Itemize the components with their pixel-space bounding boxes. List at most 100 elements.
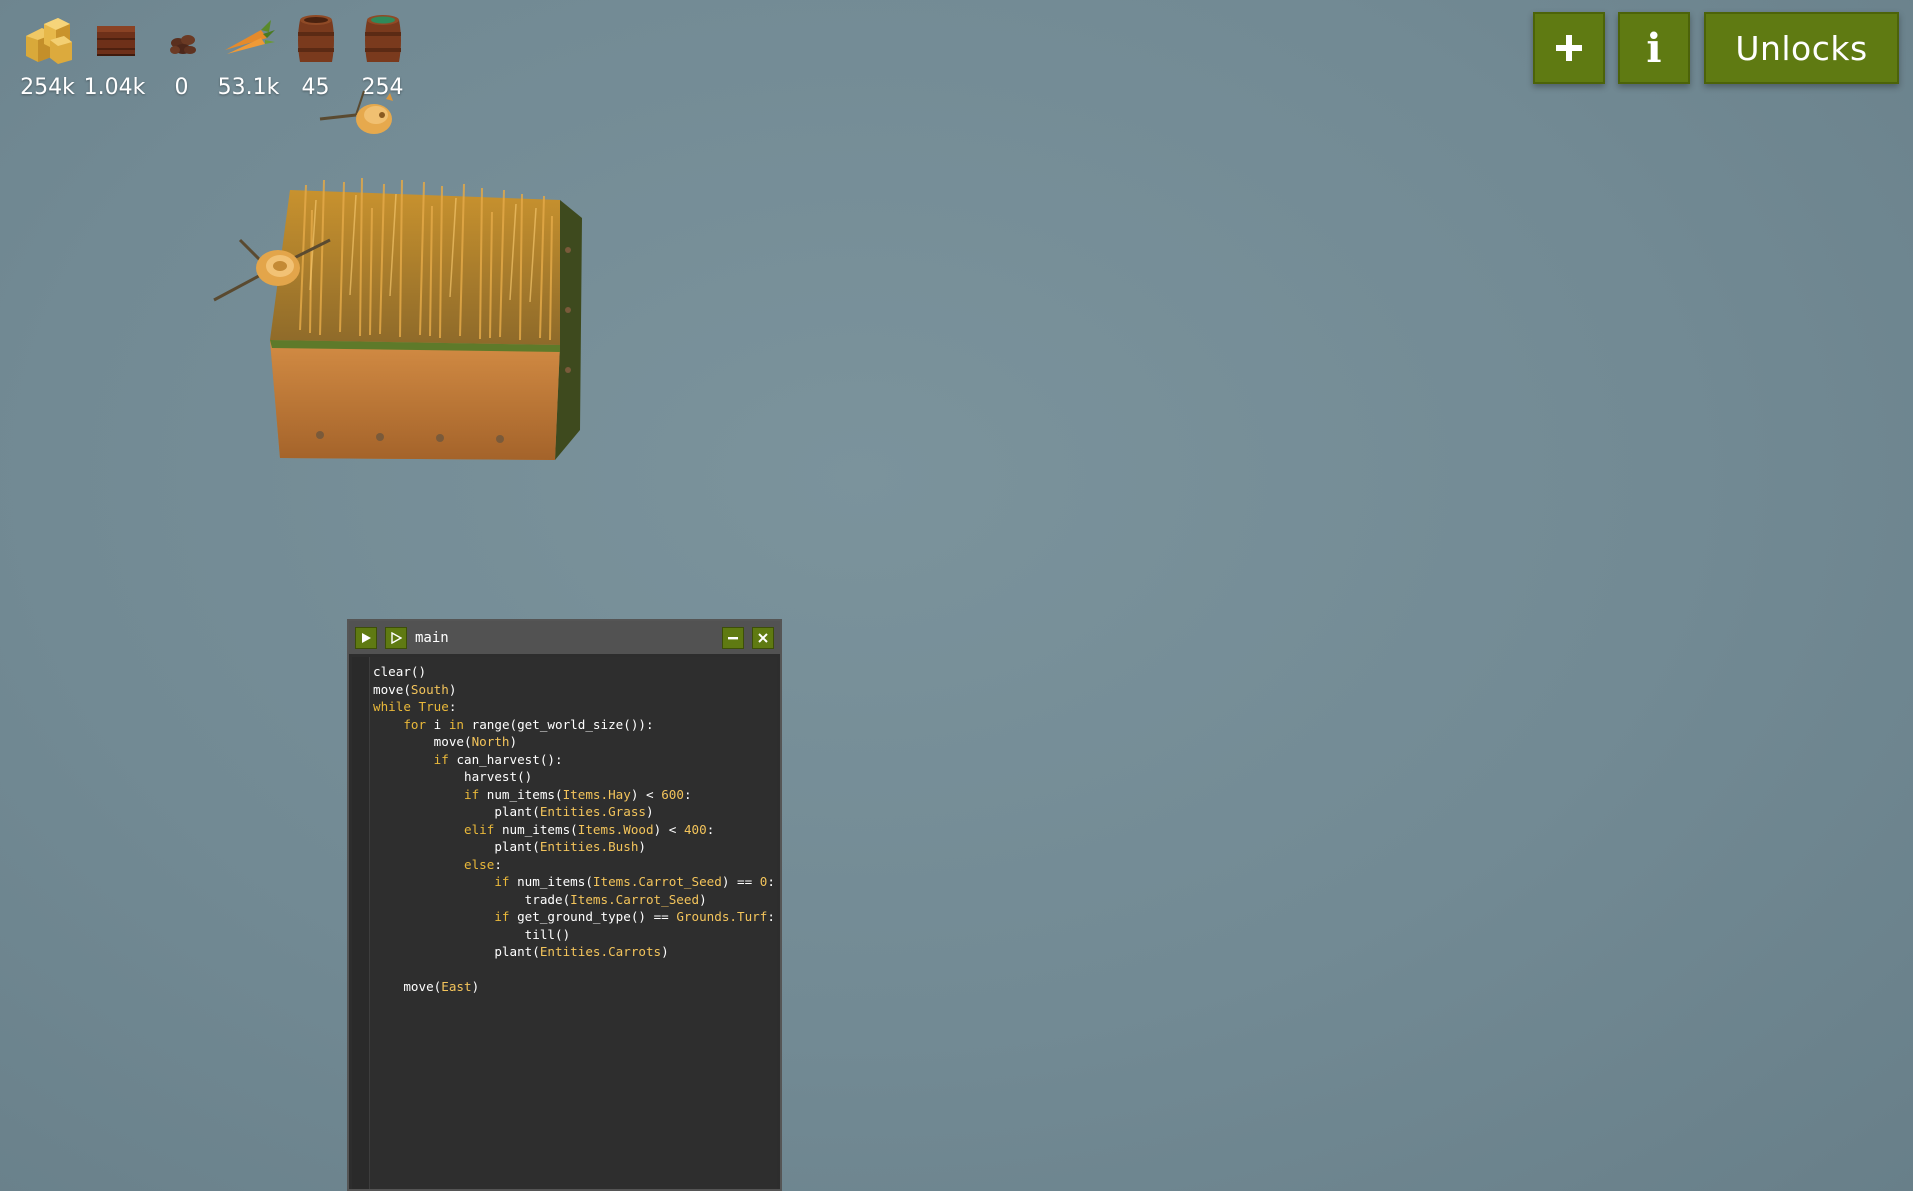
code-token: i	[426, 716, 449, 732]
code-token: elif	[464, 821, 495, 837]
code-token: 600	[661, 786, 684, 802]
code-token: plant(	[494, 839, 540, 854]
hay-count: 254k	[20, 75, 75, 100]
info-icon: i	[1646, 24, 1662, 72]
code-token: Items.Carrot_Seed	[592, 874, 722, 889]
code-editor-window: main clear() move(South) while True: for i…	[347, 619, 782, 1191]
code-line[interactable]: move(East)	[373, 978, 775, 996]
code-token: )	[645, 804, 654, 819]
code-token: :	[767, 909, 775, 924]
code-line[interactable]: harvest()	[373, 768, 775, 786]
code-line[interactable]: else:	[373, 856, 775, 874]
code-line[interactable]: plant(Entities.Carrots)	[373, 943, 775, 961]
code-line[interactable]: for i in range(get_world_size()):	[373, 716, 775, 734]
code-token: move(	[433, 734, 472, 749]
code-token: Entities.Grass	[539, 804, 646, 819]
unlocks-label: Unlocks	[1735, 28, 1868, 68]
code-line[interactable]: while True:	[373, 698, 775, 716]
run-button[interactable]	[355, 626, 377, 649]
code-token: if	[494, 909, 510, 924]
code-line[interactable]	[373, 961, 775, 979]
editor-title-bar[interactable]: main	[349, 621, 780, 654]
code-token: North	[471, 734, 510, 749]
resource-carrot-seed: 0	[148, 10, 215, 100]
code-token: )	[509, 734, 518, 749]
code-token: num_items(	[486, 786, 563, 802]
farm-field	[213, 177, 582, 460]
code-token: )	[661, 944, 669, 959]
resource-hay: 254k	[14, 10, 81, 100]
code-token: :	[683, 786, 692, 802]
code-line[interactable]: elif num_items(Items.Wood) < 400:	[373, 821, 775, 839]
line-gutter	[352, 657, 370, 1189]
code-token: Entities.Carrots	[539, 944, 662, 959]
code-editor[interactable]: clear() move(South) while True: for i in r…	[352, 657, 777, 1189]
code-line[interactable]: trade(Items.Carrot_Seed)	[373, 891, 775, 909]
code-line[interactable]: if get_ground_type() == Grounds.Turf:	[373, 908, 775, 926]
code-token: plant(	[494, 944, 540, 959]
code-token: move(	[373, 681, 411, 697]
wood-icon	[96, 26, 135, 56]
code-token: Items.Wood	[577, 821, 654, 837]
code-token: while	[373, 699, 411, 714]
code-token: if	[433, 751, 449, 767]
code-token: plant(	[494, 804, 540, 819]
info-button[interactable]: i	[1618, 12, 1690, 84]
code-token: trade(	[524, 891, 571, 907]
code-token: )	[448, 681, 457, 697]
code-line[interactable]: clear()	[373, 663, 775, 681]
minimize-button[interactable]	[722, 626, 744, 649]
resource-carrot: 53.1k	[215, 10, 282, 100]
close-button[interactable]	[752, 626, 774, 649]
code-token: till()	[524, 926, 571, 942]
close-icon	[758, 632, 768, 643]
code-token: clear()	[373, 664, 427, 679]
play-outline-icon	[391, 631, 402, 644]
code-token: ) <	[653, 821, 684, 837]
carrot-seed-count: 0	[174, 75, 189, 100]
code-token: )	[471, 979, 480, 994]
code-line[interactable]: move(South)	[373, 681, 775, 699]
code-line[interactable]: if num_items(Items.Carrot_Seed) == 0:	[373, 873, 775, 891]
carrot-seed-icon	[169, 35, 196, 54]
code-token: move(	[403, 979, 442, 994]
wood-count: 1.04k	[83, 75, 146, 100]
code-token: True	[418, 699, 449, 714]
code-token: :	[448, 699, 457, 714]
code-line[interactable]: plant(Entities.Grass)	[373, 803, 775, 821]
code-token: South	[410, 681, 449, 697]
add-window-button[interactable]	[1533, 12, 1605, 84]
resource-wood: 1.04k	[81, 10, 148, 100]
code-token: for	[403, 716, 427, 732]
unlocks-button[interactable]: Unlocks	[1704, 12, 1899, 84]
code-line[interactable]: if can_harvest():	[373, 751, 775, 769]
code-token: can_harvest():	[456, 751, 563, 767]
step-button[interactable]	[385, 626, 407, 649]
code-token: num_items(	[517, 874, 593, 889]
code-token: harvest()	[464, 769, 533, 784]
code-token: ) <	[630, 786, 662, 802]
hay-icon	[25, 18, 72, 64]
code-line[interactable]: till()	[373, 926, 775, 944]
code-text[interactable]: clear() move(South) while True: for i in r…	[373, 663, 775, 996]
code-token: East	[441, 979, 472, 994]
code-line[interactable]: move(North)	[373, 733, 775, 751]
code-token: if	[494, 874, 510, 889]
code-line[interactable]: if num_items(Items.Hay) < 600:	[373, 786, 775, 804]
code-token: )	[699, 891, 707, 907]
code-line[interactable]: plant(Entities.Bush)	[373, 838, 775, 856]
code-token: range(get_world_size()):	[471, 716, 654, 732]
code-token: num_items(	[501, 821, 578, 837]
